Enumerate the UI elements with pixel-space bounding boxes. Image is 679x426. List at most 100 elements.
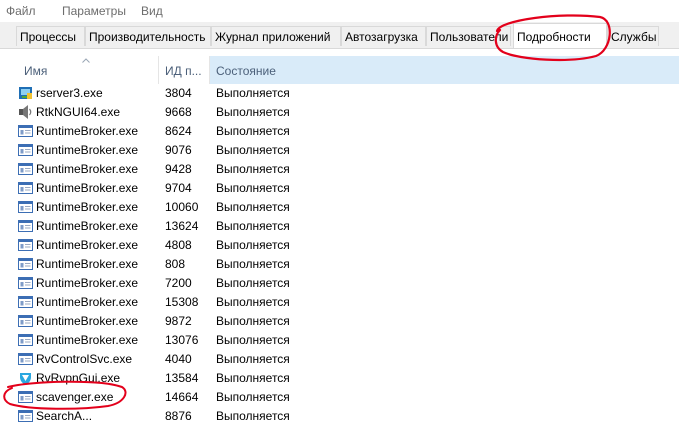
process-pid: 9668 <box>165 105 192 119</box>
menu-bar: Файл Параметры Вид <box>0 0 679 22</box>
table-row[interactable]: RuntimeBroker.exe 9872 Выполняется <box>0 312 679 331</box>
process-name: RvControlSvc.exe <box>36 352 133 366</box>
process-status: Выполняется <box>216 124 290 138</box>
process-pid: 3804 <box>165 86 192 100</box>
process-name: rserver3.exe <box>36 86 103 100</box>
window-app-icon <box>18 182 33 194</box>
tab-startup[interactable]: Автозагрузка <box>341 26 426 46</box>
tab-services[interactable]: Службы <box>607 26 659 46</box>
process-status: Выполняется <box>216 105 290 119</box>
process-status: Выполняется <box>216 409 290 423</box>
process-name: RuntimeBroker.exe <box>36 200 139 214</box>
window-app-icon <box>18 296 33 308</box>
table-row[interactable]: RuntimeBroker.exe 9428 Выполняется <box>0 160 679 179</box>
process-name: RvRvpnGui.exe <box>36 371 121 385</box>
tab-performance[interactable]: Производительность <box>85 26 211 46</box>
process-pid: 13076 <box>165 333 199 347</box>
process-name: RtkNGUI64.exe <box>36 105 121 119</box>
shield-icon <box>20 373 31 385</box>
process-name: RuntimeBroker.exe <box>36 181 139 195</box>
process-name: SearchA... <box>36 409 93 423</box>
table-row[interactable]: RuntimeBroker.exe 13076 Выполняется <box>0 331 679 350</box>
process-status: Выполняется <box>216 181 290 195</box>
table-row[interactable]: RuntimeBroker.exe 15308 Выполняется <box>0 293 679 312</box>
process-status: Выполняется <box>216 333 290 347</box>
table-row[interactable]: SearchA... 8876 Выполняется <box>0 407 679 426</box>
process-status: Выполняется <box>216 143 290 157</box>
table-row[interactable]: RuntimeBroker.exe 9076 Выполняется <box>0 141 679 160</box>
table-row[interactable]: RuntimeBroker.exe 4808 Выполняется <box>0 236 679 255</box>
process-name: RuntimeBroker.exe <box>36 238 139 252</box>
table-row[interactable]: RvRvpnGui.exe 13584 Выполняется <box>0 369 679 388</box>
process-pid: 7200 <box>165 276 192 290</box>
window-app-icon <box>18 201 33 213</box>
process-pid: 9704 <box>165 181 192 195</box>
window-app-icon <box>18 239 33 251</box>
tab-app-history[interactable]: Журнал приложений <box>211 26 341 46</box>
tab-users[interactable]: Пользователи <box>426 26 511 46</box>
process-name: RuntimeBroker.exe <box>36 219 139 233</box>
process-status: Выполняется <box>216 162 290 176</box>
process-name: RuntimeBroker.exe <box>36 124 139 138</box>
process-status: Выполняется <box>216 314 290 328</box>
process-pid: 808 <box>165 257 186 271</box>
sort-ascending-icon <box>82 58 90 63</box>
table-row[interactable]: RuntimeBroker.exe 9704 Выполняется <box>0 179 679 198</box>
tab-strip: Процессы Производительность Журнал прило… <box>0 22 679 49</box>
process-pid: 15308 <box>165 295 199 309</box>
process-list: rserver3.exe 3804 Выполняется RtkNGUI64.exe… <box>0 84 679 426</box>
column-status[interactable]: Состояние <box>210 56 679 84</box>
process-pid: 9428 <box>165 162 192 176</box>
process-status: Выполняется <box>216 352 290 366</box>
tab-processes[interactable]: Процессы <box>16 26 85 46</box>
window-app-icon <box>18 220 33 232</box>
process-name: RuntimeBroker.exe <box>36 162 139 176</box>
process-status: Выполняется <box>216 200 290 214</box>
table-row[interactable]: rserver3.exe 3804 Выполняется <box>0 84 679 103</box>
process-pid: 13624 <box>165 219 199 233</box>
window-app-icon <box>18 410 33 422</box>
rserver-icon <box>19 87 32 99</box>
window-app-icon <box>18 353 33 365</box>
window-app-icon <box>18 334 33 346</box>
table-row[interactable]: RuntimeBroker.exe 808 Выполняется <box>0 255 679 274</box>
column-pid[interactable]: ИД п... <box>159 56 209 84</box>
process-status: Выполняется <box>216 86 290 100</box>
process-status: Выполняется <box>216 371 290 385</box>
process-pid: 10060 <box>165 200 199 214</box>
process-status: Выполняется <box>216 390 290 404</box>
process-name: scavenger.exe <box>36 390 114 404</box>
table-row[interactable]: RuntimeBroker.exe 8624 Выполняется <box>0 122 679 141</box>
menu-view[interactable]: Вид <box>141 4 163 18</box>
process-status: Выполняется <box>216 276 290 290</box>
process-status: Выполняется <box>216 219 290 233</box>
window-app-icon <box>18 315 33 327</box>
menu-options[interactable]: Параметры <box>62 4 126 18</box>
process-name: RuntimeBroker.exe <box>36 333 139 347</box>
table-row[interactable]: RuntimeBroker.exe 10060 Выполняется <box>0 198 679 217</box>
process-name: RuntimeBroker.exe <box>36 295 139 309</box>
table-row[interactable]: RvControlSvc.exe 4040 Выполняется <box>0 350 679 369</box>
menu-file[interactable]: Файл <box>6 4 36 18</box>
process-name: RuntimeBroker.exe <box>36 276 139 290</box>
tab-details[interactable]: Подробности <box>513 23 607 48</box>
table-row[interactable]: RtkNGUI64.exe 9668 Выполняется <box>0 103 679 122</box>
column-header: Имя ИД п... Состояние <box>0 56 679 84</box>
window-app-icon <box>18 258 33 270</box>
process-name: RuntimeBroker.exe <box>36 314 139 328</box>
process-status: Выполняется <box>216 238 290 252</box>
process-pid: 14664 <box>165 390 199 404</box>
table-row[interactable]: scavenger.exe 14664 Выполняется <box>0 388 679 407</box>
table-row[interactable]: RuntimeBroker.exe 7200 Выполняется <box>0 274 679 293</box>
process-status: Выполняется <box>216 257 290 271</box>
process-status: Выполняется <box>216 295 290 309</box>
window-app-icon <box>18 277 33 289</box>
table-row[interactable]: RuntimeBroker.exe 13624 Выполняется <box>0 217 679 236</box>
process-pid: 13584 <box>165 371 199 385</box>
window-app-icon <box>18 163 33 175</box>
process-pid: 4808 <box>165 238 192 252</box>
audio-speaker-icon <box>19 105 32 119</box>
process-name: RuntimeBroker.exe <box>36 257 139 271</box>
process-pid: 9872 <box>165 314 192 328</box>
process-pid: 8876 <box>165 409 192 423</box>
